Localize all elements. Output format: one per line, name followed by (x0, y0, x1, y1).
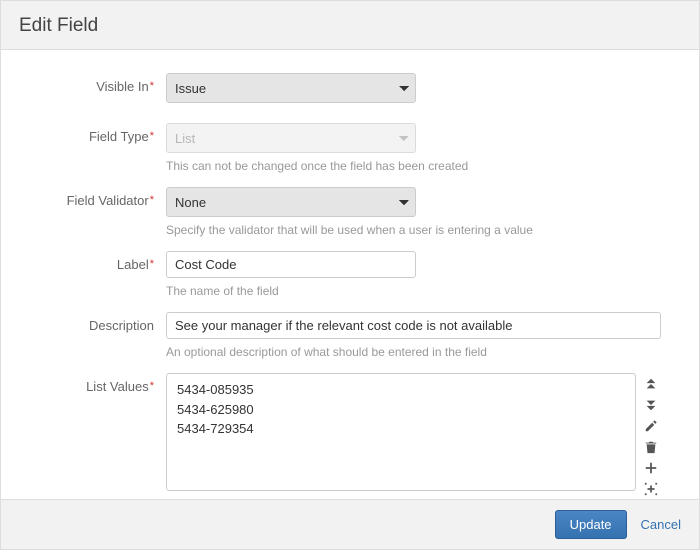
dialog-body: Visible In* Issue Field Type* List This … (1, 55, 699, 499)
label-field-type-text: Field Type (89, 129, 149, 144)
move-bottom-button[interactable] (642, 396, 660, 414)
field-type-select: List (166, 123, 416, 153)
list-values-toolbar (642, 373, 660, 498)
help-field-validator: Specify the validator that will be used … (166, 223, 681, 237)
label-description: Description (1, 312, 166, 333)
dialog-footer: Update Cancel (1, 499, 699, 549)
update-button[interactable]: Update (555, 510, 627, 539)
label-field-validator: Field Validator* (1, 187, 166, 208)
row-label: Label* (1, 251, 681, 278)
list-item[interactable]: 5434-085935 (177, 380, 625, 400)
label-list-values: List Values* (1, 373, 166, 394)
label-list-values-text: List Values (86, 379, 149, 394)
row-field-type: Field Type* List (1, 123, 681, 153)
list-item[interactable]: 5434-729354 (177, 419, 625, 439)
trash-icon (644, 440, 658, 454)
pencil-icon (644, 419, 658, 433)
label-visible-in: Visible In* (1, 73, 166, 94)
cancel-button[interactable]: Cancel (641, 517, 681, 532)
required-asterisk: * (150, 380, 154, 392)
required-asterisk: * (150, 194, 154, 206)
edit-button[interactable] (642, 417, 660, 435)
row-field-validator: Field Validator* None (1, 187, 681, 217)
help-description: An optional description of what should b… (166, 345, 681, 359)
label-description-text: Description (89, 318, 154, 333)
required-asterisk: * (150, 130, 154, 142)
dialog-header: Edit Field (1, 1, 699, 50)
label-field-type: Field Type* (1, 123, 166, 144)
delete-button[interactable] (642, 438, 660, 456)
double-chevron-down-icon (644, 398, 658, 412)
help-field-type: This can not be changed once the field h… (166, 159, 681, 173)
list-values-listbox[interactable]: 5434-085935 5434-625980 5434-729354 (166, 373, 636, 491)
move-top-button[interactable] (642, 375, 660, 393)
label-visible-in-text: Visible In (96, 79, 149, 94)
add-button[interactable] (642, 459, 660, 477)
description-input[interactable] (166, 312, 661, 339)
row-description: Description (1, 312, 681, 339)
add-multiple-button[interactable] (642, 480, 660, 498)
row-list-values: List Values* 5434-085935 5434-625980 543… (1, 373, 681, 498)
visible-in-select[interactable]: Issue (166, 73, 416, 103)
dialog-title: Edit Field (19, 15, 681, 37)
plus-grid-icon (644, 482, 658, 496)
list-item[interactable]: 5434-625980 (177, 400, 625, 420)
plus-icon (644, 461, 658, 475)
label-input[interactable] (166, 251, 416, 278)
required-asterisk: * (150, 80, 154, 92)
label-label: Label* (1, 251, 166, 272)
double-chevron-up-icon (644, 377, 658, 391)
label-field-validator-text: Field Validator (67, 193, 149, 208)
label-label-text: Label (117, 257, 149, 272)
row-visible-in: Visible In* Issue (1, 73, 681, 103)
required-asterisk: * (150, 258, 154, 270)
field-validator-select[interactable]: None (166, 187, 416, 217)
help-label: The name of the field (166, 284, 681, 298)
